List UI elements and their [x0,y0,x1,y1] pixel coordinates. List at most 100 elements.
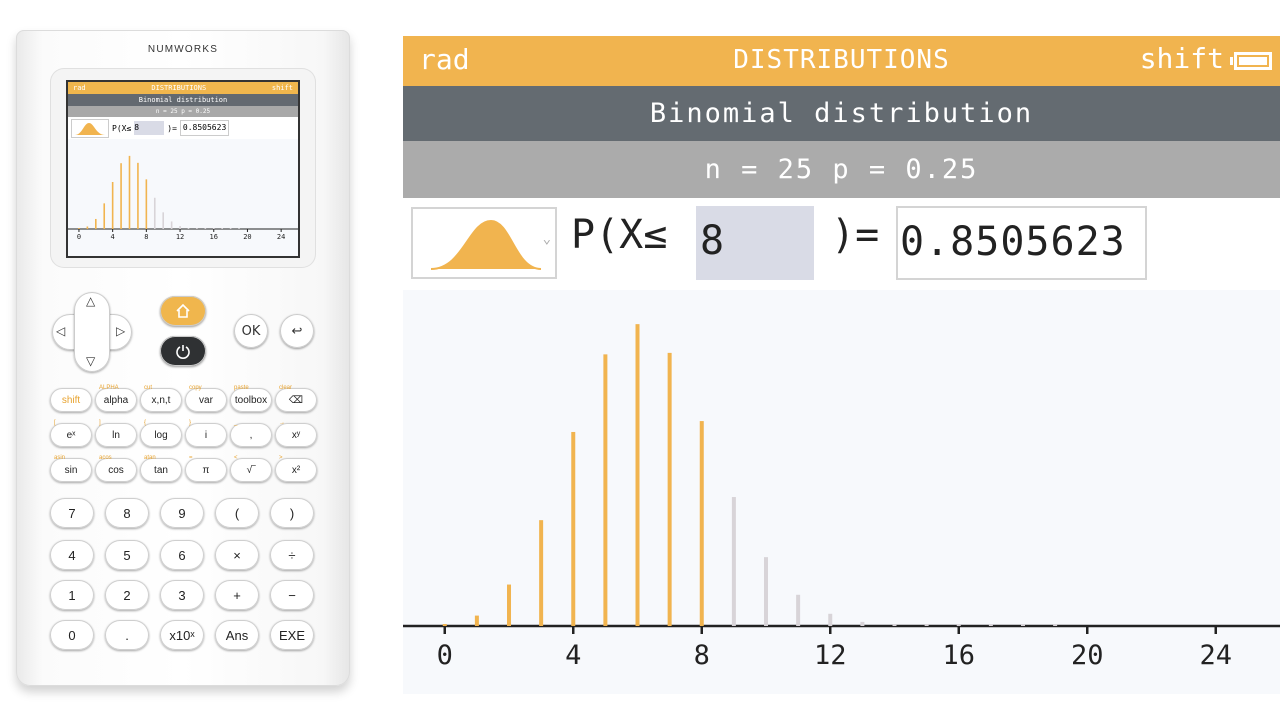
back-button[interactable]: ↩ [280,314,314,348]
key-8[interactable]: log { [140,420,182,447]
key-0[interactable]: shift [50,388,92,412]
key-label: cos [108,464,124,476]
bar-k-15 [204,228,207,229]
key-label: √‾ [246,464,256,476]
bar-k-16 [956,624,961,626]
key-11[interactable]: xʸ → [275,420,317,447]
x-tick-label-20: 20 [1071,640,1104,671]
distribution-chart-svg: 0 4 8 12 16 20 24 [403,324,1280,671]
power-button[interactable] [160,336,206,366]
bar-k-19 [1053,624,1058,626]
mini-screen: rad DISTRIBUTIONS shift Binomial distrib… [66,80,300,258]
key-16[interactable]: √‾ < [230,455,272,482]
key-31[interactable]: + [215,580,259,610]
key-33[interactable]: 0 [50,620,94,650]
x-tick-label-0: 0 [77,233,81,241]
key-alt-label: copy [189,385,202,391]
arrow-left-icon[interactable]: ◁ [56,324,65,338]
key-21[interactable]: ( [215,498,259,528]
probability-row: ⌄ P(X≤ 8 )= 0.8505623 [403,198,1280,290]
bar-k-10 [764,557,769,626]
x-tick-label-16: 16 [942,640,975,671]
distribution-chart: 0 4 8 12 16 20 24 [403,290,1280,694]
bar-k-4 [111,182,114,229]
x-tick-label-24: 24 [277,233,285,241]
key-10[interactable]: , _ [230,420,272,447]
bar-k-7 [667,352,672,626]
key-6[interactable]: eˣ [ [50,420,92,447]
key-37[interactable]: EXE [270,620,314,650]
bar-k-13 [187,228,190,229]
bar-k-3 [103,203,106,229]
bar-k-16 [212,228,215,229]
probability-input[interactable]: 8 [696,206,814,280]
arrow-down-icon[interactable]: ▽ [86,354,95,368]
arrow-right-icon[interactable]: ▷ [116,324,125,338]
bar-k-14 [196,228,198,229]
key-24[interactable]: 5 [105,540,149,570]
key-alt-label: } [189,420,192,426]
probability-label: P(X≤ [571,212,668,258]
key-13[interactable]: cos acos [95,455,137,482]
key-28[interactable]: 1 [50,580,94,610]
key-27[interactable]: ÷ [270,540,314,570]
key-34[interactable]: . [105,620,149,650]
key-18[interactable]: 7 [50,498,94,528]
key-alt-label: < [234,455,238,461]
key-label: ( [234,505,240,521]
bar-k-17 [221,228,223,229]
probability-result[interactable]: 0.8505623 [896,206,1147,280]
arrow-up-icon[interactable]: △ [86,294,95,308]
key-25[interactable]: 6 [160,540,204,570]
key-17[interactable]: x² > [275,455,317,482]
key-14[interactable]: tan atan [140,455,182,482]
key-23[interactable]: 4 [50,540,94,570]
direction-pad[interactable]: △ ▽ ◁ ▷ [52,292,132,372]
key-label: ) [289,505,295,521]
distribution-title: Binomial distribution [403,86,1280,141]
calculator-screen: rad DISTRIBUTIONS shift Binomial distrib… [403,36,1280,694]
ok-button[interactable]: OK [234,314,268,348]
mini-prob-label: P(X≤ [112,123,132,133]
x-tick-label-4: 4 [111,233,115,241]
key-label: 8 [123,505,131,521]
key-label: 4 [68,547,76,563]
chevron-down-icon[interactable]: ⌄ [543,231,551,247]
key-label: 1 [68,587,76,603]
key-26[interactable]: × [215,540,259,570]
key-label: ÷ [288,547,296,563]
power-icon [176,345,190,359]
key-label: 3 [178,587,186,603]
key-label: log [154,429,168,441]
mini-chart: 0 4 8 12 16 20 24 [68,139,298,256]
key-19[interactable]: 8 [105,498,149,528]
key-4[interactable]: toolbox paste [230,385,272,412]
key-12[interactable]: sin asin [50,455,92,482]
distribution-params[interactable]: n = 25 p = 0.25 [403,141,1280,198]
key-20[interactable]: 9 [160,498,204,528]
key-3[interactable]: var copy [185,385,227,412]
key-7[interactable]: ln] [95,420,137,447]
key-35[interactable]: x10ˣ [160,620,204,650]
back-icon: ↩ [291,323,303,339]
key-5[interactable]: ⌫ clear [275,385,317,412]
key-30[interactable]: 3 [160,580,204,610]
bar-k-6 [128,155,131,229]
distribution-type-selector[interactable]: ⌄ [411,207,557,279]
home-button[interactable] [160,296,206,326]
key-32[interactable]: − [270,580,314,610]
key-9[interactable]: i} [185,420,227,447]
key-22[interactable]: ) [270,498,314,528]
mini-shift-indicator: shift [271,84,293,92]
key-2[interactable]: x,n,t cut [140,385,182,412]
key-label: Ans [225,627,249,643]
key-1[interactable]: alpha ALPHA [95,385,137,412]
key-label: xʸ [291,429,301,441]
key-36[interactable]: Ans [215,620,259,650]
calculator-device: NUMWORKS rad DISTRIBUTIONS shift Binomia… [16,30,350,686]
bar-k-5 [603,354,608,626]
key-15[interactable]: π = [185,455,227,482]
mini-status-bar: rad DISTRIBUTIONS shift [68,82,298,94]
key-29[interactable]: 2 [105,580,149,610]
mini-prob-result: 0.8505623 [179,120,230,136]
